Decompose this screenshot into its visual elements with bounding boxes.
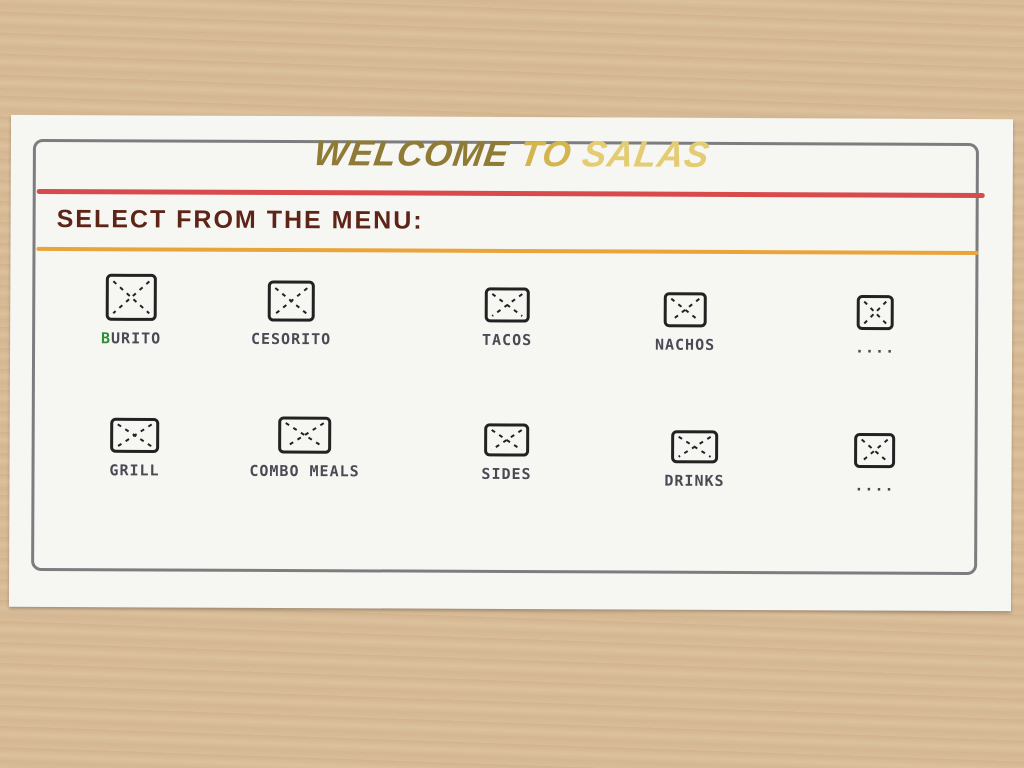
- menu-item-drinks[interactable]: DRINKS: [619, 427, 769, 490]
- menu-item-nachos[interactable]: NACHOS: [610, 289, 760, 354]
- menu-item-label: TACOS: [481, 330, 533, 350]
- title-word-to: TO: [517, 133, 575, 175]
- image-placeholder-icon: [278, 416, 332, 454]
- title-word-welcome: WELCOME: [311, 132, 513, 174]
- menu-item-combo-meals[interactable]: COMBO MEALS: [229, 414, 379, 481]
- menu-item-label: ....: [854, 338, 896, 357]
- menu-item-label: BURITO: [101, 329, 161, 347]
- menu-item-grill[interactable]: GRILL: [59, 415, 209, 480]
- image-placeholder-icon: [110, 417, 160, 453]
- image-placeholder-icon: [484, 423, 530, 457]
- image-placeholder-icon: [267, 280, 315, 322]
- menu-item-label: CESORITO: [250, 329, 332, 349]
- menu-item-label: NACHOS: [654, 335, 716, 354]
- image-placeholder-icon: [854, 433, 896, 469]
- menu-item-label: GRILL: [109, 461, 160, 480]
- menu-item-more[interactable]: ....: [800, 292, 950, 357]
- label-initial: B: [100, 329, 112, 348]
- menu-item-cesorito[interactable]: CESORITO: [216, 278, 366, 349]
- image-placeholder-icon: [856, 295, 894, 331]
- menu-item-label: SIDES: [481, 464, 532, 484]
- menu-item-burrito[interactable]: BURITO: [56, 271, 206, 348]
- menu-item-label: DRINKS: [664, 471, 725, 490]
- sketch-paper: WELCOME TO SALAS SELECT FROM THE MENU: B…: [8, 114, 1016, 612]
- menu-item-label: COMBO MEALS: [249, 461, 360, 481]
- image-placeholder-icon: [105, 273, 157, 321]
- menu-item-tacos[interactable]: TACOS: [432, 285, 582, 350]
- title-word-salas: SALAS: [579, 133, 713, 175]
- menu-item-more-2[interactable]: ....: [799, 430, 949, 495]
- page-title: WELCOME TO SALAS: [8, 131, 1016, 177]
- image-placeholder-icon: [671, 430, 719, 464]
- menu-prompt: SELECT FROM THE MENU:: [56, 205, 424, 235]
- image-placeholder-icon: [663, 292, 707, 328]
- label-rest: URITO: [111, 329, 162, 348]
- screen-frame: [31, 138, 979, 576]
- menu-item-sides[interactable]: SIDES: [431, 421, 581, 484]
- menu-item-label: ....: [854, 476, 895, 495]
- image-placeholder-icon: [484, 287, 530, 323]
